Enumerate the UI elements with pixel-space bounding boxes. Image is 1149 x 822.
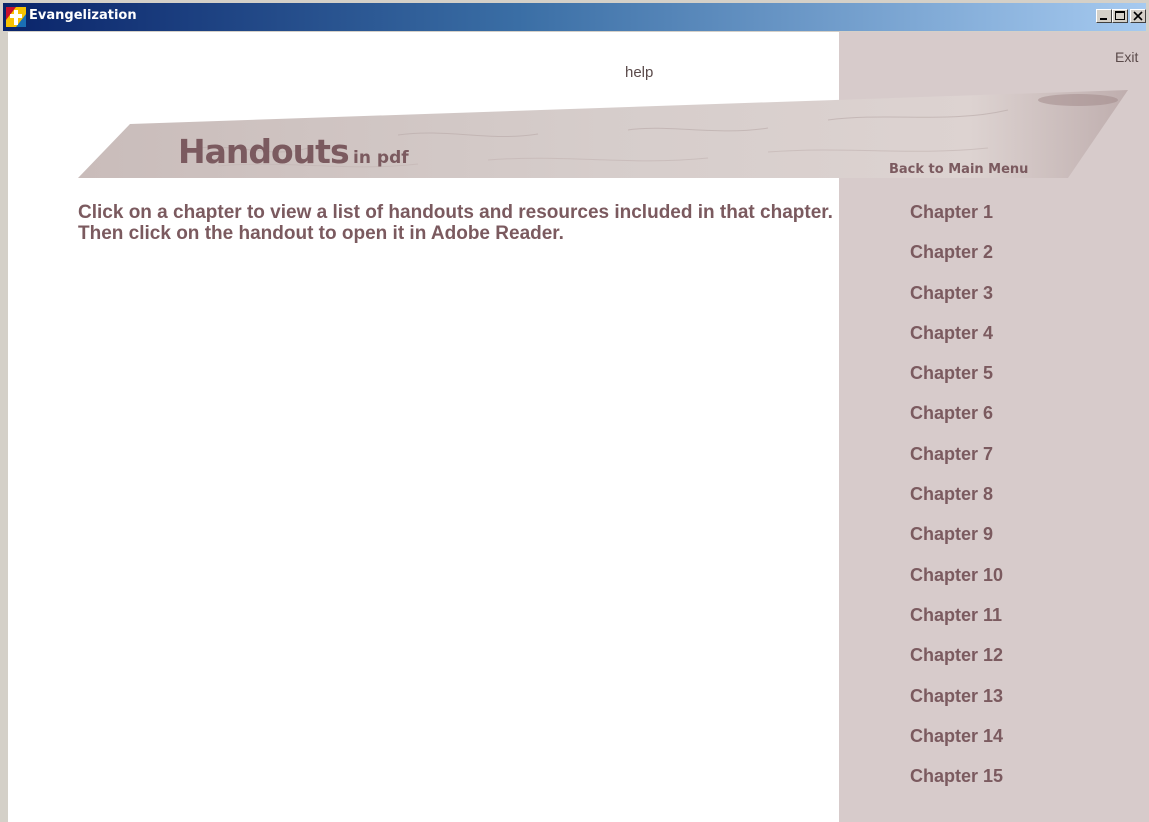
chapter-link-7[interactable]: Chapter 7 bbox=[910, 444, 1003, 484]
maximize-button[interactable] bbox=[1112, 9, 1128, 23]
chapter-link-13[interactable]: Chapter 13 bbox=[910, 686, 1003, 726]
title-bar[interactable]: Evangelization bbox=[3, 3, 1146, 31]
page-title: Handouts in pdf bbox=[178, 132, 409, 171]
chapter-link-3[interactable]: Chapter 3 bbox=[910, 283, 1003, 323]
app-window: Evangelization help Exit Handouts in pdf… bbox=[0, 0, 1149, 822]
close-button[interactable] bbox=[1130, 9, 1146, 23]
help-link[interactable]: help bbox=[625, 64, 653, 81]
chapter-list: Chapter 1 Chapter 2 Chapter 3 Chapter 4 … bbox=[910, 202, 1003, 806]
close-icon bbox=[1133, 11, 1143, 21]
maximize-icon bbox=[1115, 11, 1125, 20]
app-logo-icon bbox=[5, 6, 27, 28]
chapter-link-9[interactable]: Chapter 9 bbox=[910, 524, 1003, 564]
chapter-link-5[interactable]: Chapter 5 bbox=[910, 363, 1003, 403]
exit-link[interactable]: Exit bbox=[1115, 49, 1138, 65]
page-title-main: Handouts bbox=[178, 132, 350, 171]
chapter-link-15[interactable]: Chapter 15 bbox=[910, 766, 1003, 806]
chapter-link-8[interactable]: Chapter 8 bbox=[910, 484, 1003, 524]
window-title: Evangelization bbox=[29, 8, 137, 23]
chapter-link-2[interactable]: Chapter 2 bbox=[910, 242, 1003, 282]
chapter-link-12[interactable]: Chapter 12 bbox=[910, 645, 1003, 685]
chapter-link-1[interactable]: Chapter 1 bbox=[910, 202, 1003, 242]
back-to-main-menu-link[interactable]: Back to Main Menu bbox=[889, 162, 1028, 177]
page-title-sub: in pdf bbox=[353, 148, 409, 168]
minimize-icon bbox=[1100, 18, 1107, 20]
chapter-link-11[interactable]: Chapter 11 bbox=[910, 605, 1003, 645]
main-content-area: help Exit Handouts in pdf Back to Main M… bbox=[8, 32, 1149, 822]
chapter-link-6[interactable]: Chapter 6 bbox=[910, 403, 1003, 443]
chapter-link-4[interactable]: Chapter 4 bbox=[910, 323, 1003, 363]
minimize-button[interactable] bbox=[1096, 9, 1112, 23]
chapter-link-14[interactable]: Chapter 14 bbox=[910, 726, 1003, 766]
instructions-text: Click on a chapter to view a list of han… bbox=[78, 202, 833, 244]
chapter-link-10[interactable]: Chapter 10 bbox=[910, 565, 1003, 605]
